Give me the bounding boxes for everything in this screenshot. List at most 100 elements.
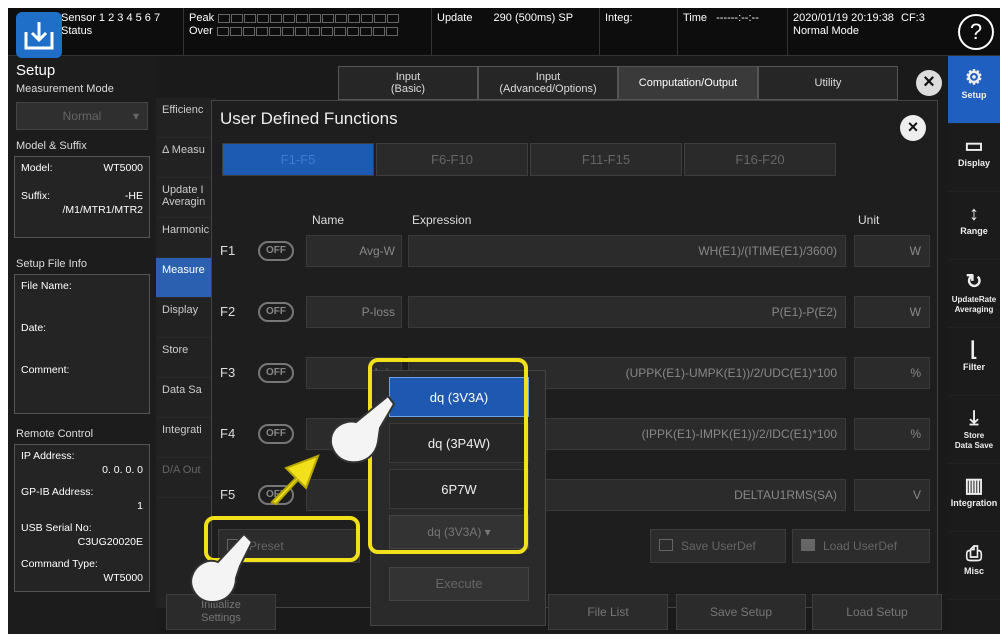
load-setup-button[interactable]: Load Setup	[812, 594, 942, 630]
toggle-off-button[interactable]: OFF	[258, 363, 294, 383]
update-label: Update	[437, 12, 473, 24]
instrument-screen: Sensor 1 2 3 4 5 6 7 Status Peak Over Up…	[8, 8, 1000, 634]
pointing-hand-icon	[330, 394, 396, 464]
toggle-off-button[interactable]: OFF	[258, 241, 294, 261]
menu-item-update-averaging[interactable]: Update I Averagin	[156, 178, 216, 218]
menu-item-store[interactable]: Store	[156, 338, 216, 378]
date-label: Date:	[21, 322, 47, 334]
toggle-off-button[interactable]: OFF	[258, 424, 294, 444]
update-cell: Update 290 (500ms) SP	[432, 8, 600, 56]
tab-f11-f15[interactable]: F11-F15	[530, 143, 682, 176]
peak-indicators	[218, 14, 400, 25]
setup-title: Setup	[16, 62, 56, 79]
menu-item-harmonic[interactable]: Harmonic	[156, 218, 216, 258]
setup-file-info-label: Setup File Info	[16, 258, 87, 270]
save-userdef-button[interactable]: Save UserDef	[650, 529, 786, 563]
tab-f1-f5[interactable]: F1-F5	[222, 143, 374, 176]
sensor-status-cell: Sensor 1 2 3 4 5 6 7 Status	[56, 8, 184, 56]
integ-label: Integ:	[605, 12, 633, 24]
menu-item-measure[interactable]: Measure	[156, 258, 216, 298]
tab-f6-f10[interactable]: F6-F10	[376, 143, 528, 176]
function-number: F5	[220, 487, 236, 502]
tab-f16-f20[interactable]: F16-F20	[684, 143, 836, 176]
load-userdef-button[interactable]: Load UserDef	[792, 529, 930, 563]
save-setup-button[interactable]: Save Setup	[676, 594, 806, 630]
model-label: Model:	[21, 162, 53, 174]
suffix-value-2: /M1/MTR1/MTR2	[62, 204, 143, 216]
expression-field[interactable]: P(E1)-P(E2)	[408, 296, 846, 328]
mode-label: Normal Mode	[793, 25, 860, 37]
close-dialog-button[interactable]: ×	[900, 115, 926, 141]
expression-field[interactable]: WH(E1)/(ITIME(E1)/3600)	[408, 235, 846, 267]
tab-computation-output[interactable]: Computation/Output	[618, 66, 758, 100]
time-value: ------:--:--	[716, 12, 759, 24]
column-unit-label: Unit	[858, 213, 880, 227]
function-name-field[interactable]: P-loss	[306, 296, 402, 328]
integ-cell: Integ:	[600, 8, 678, 56]
function-number: F4	[220, 426, 236, 441]
unit-field[interactable]: W	[854, 296, 930, 328]
usb-label: USB Serial No:	[21, 522, 92, 534]
menu-item-integration[interactable]: Integrati	[156, 418, 216, 458]
function-range-tabs: F1-F5 F6-F10 F11-F15 F16-F20	[222, 143, 836, 176]
export-icon	[659, 539, 673, 551]
ip-label: IP Address:	[21, 450, 75, 462]
model-value: WT5000	[103, 162, 143, 174]
download-icon[interactable]	[16, 12, 62, 58]
unit-field[interactable]: %	[854, 357, 930, 389]
function-name-field[interactable]: Avg-W	[306, 235, 402, 267]
measurement-mode-select[interactable]: Normal ▾	[16, 102, 148, 130]
menu-item-efficiency[interactable]: Efficienc	[156, 98, 216, 138]
function-number: F3	[220, 365, 236, 380]
nav-setup[interactable]: ⚙ Setup	[948, 56, 1000, 124]
nav-integration[interactable]: ▥ Integration	[948, 464, 1000, 532]
nav-store[interactable]: ⤓ Store Data Save	[948, 396, 1000, 464]
range-icon: ↕	[969, 203, 979, 225]
nav-display[interactable]: ▭ Display	[948, 124, 1000, 192]
dialog-title: User Defined Functions	[220, 109, 398, 128]
bottom-bar: Initialize Settings File List Save Setup…	[156, 594, 948, 634]
time-cell: Time ------:--:--	[678, 8, 788, 56]
update-value: 290 (500ms) SP	[493, 12, 574, 24]
function-row-f3: F3 OFF U-rip (UPPK(E1)-UMPK(E1))/2/UDC(E…	[212, 353, 939, 393]
tab-input-basic[interactable]: Input (Basic)	[338, 66, 478, 100]
refresh-icon: ↻	[965, 271, 983, 293]
execute-button[interactable]: Execute	[389, 567, 529, 601]
gpib-value: 1	[137, 500, 143, 512]
toggle-off-button[interactable]: OFF	[258, 302, 294, 322]
model-suffix-label: Model & Suffix	[16, 140, 87, 152]
tab-utility[interactable]: Utility	[758, 66, 898, 100]
ip-value: 0. 0. 0. 0	[102, 464, 143, 476]
unit-field[interactable]: V	[854, 479, 930, 511]
close-setup-button[interactable]: ×	[916, 70, 942, 96]
nav-filter[interactable]: ⌊ Filter	[948, 328, 1000, 396]
tutorial-arrow-icon	[270, 454, 320, 506]
filter-icon: ⌊	[970, 339, 978, 361]
menu-item-da-output[interactable]: D/A Out	[156, 458, 216, 498]
over-label: Over	[189, 25, 213, 37]
cmd-value: WT5000	[103, 572, 143, 584]
file-list-button[interactable]: File List	[548, 594, 668, 630]
nav-misc[interactable]: ⎙ Misc	[948, 532, 1000, 600]
peak-over-cell: Peak Over	[184, 8, 432, 56]
unit-field[interactable]: W	[854, 235, 930, 267]
remote-control-label: Remote Control	[16, 428, 94, 440]
pointing-hand-icon	[190, 532, 254, 604]
menu-item-display[interactable]: Display	[156, 298, 216, 338]
nav-range[interactable]: ↕ Range	[948, 192, 1000, 260]
download-icon: ⤓	[969, 407, 979, 429]
tab-input-advanced[interactable]: Input (Advanced/Options)	[478, 66, 618, 100]
remote-control-box: IP Address: 0. 0. 0. 0 GP-IB Address: 1 …	[14, 444, 150, 592]
setup-file-info-box: File Name: Date: Comment:	[14, 274, 150, 414]
function-row-f1: F1 OFF Avg-W WH(E1)/(ITIME(E1)/3600) W	[212, 231, 939, 271]
folder-icon	[801, 539, 815, 551]
menu-item-data-save[interactable]: Data Sa	[156, 378, 216, 418]
unit-field[interactable]: %	[854, 418, 930, 450]
help-button[interactable]: ?	[958, 14, 994, 50]
column-expression-label: Expression	[412, 213, 472, 227]
nav-update-rate[interactable]: ↻ UpdateRate Averaging	[948, 260, 1000, 328]
menu-item-delta-measure[interactable]: Δ Measu	[156, 138, 216, 178]
sensor-label: Sensor	[61, 12, 96, 24]
function-number: F2	[220, 304, 236, 319]
over-indicators	[216, 27, 398, 38]
